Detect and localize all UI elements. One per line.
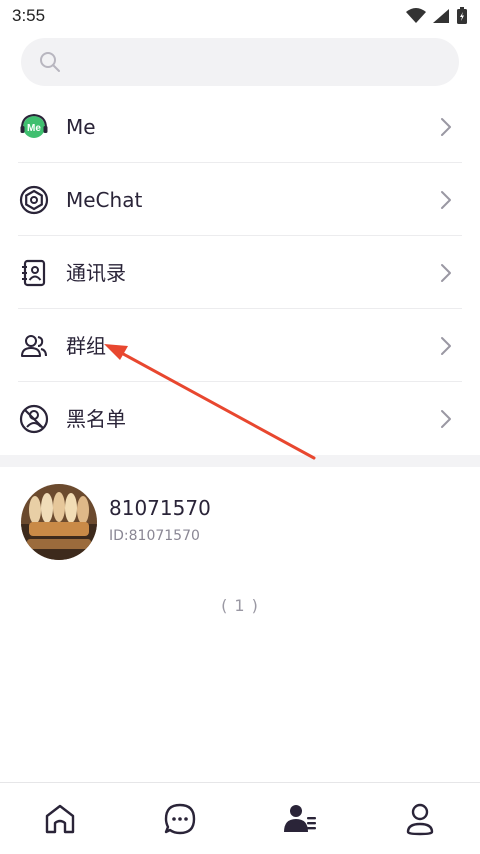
menu-list: Me Me MeChat 通讯录 群组 黑名单 <box>0 90 480 455</box>
chevron-right-icon <box>441 410 451 428</box>
status-bar: 3:55 <box>0 0 480 32</box>
list-count: ( 1 ) <box>221 596 259 615</box>
blocked-user-icon <box>19 404 49 434</box>
group-id: ID:81071570 <box>109 528 200 544</box>
group-avatar <box>21 484 97 560</box>
search-icon <box>40 52 60 72</box>
menu-item-mechat[interactable]: MeChat <box>0 163 480 236</box>
battery-icon <box>457 7 467 24</box>
menu-item-label: 黑名单 <box>66 407 126 431</box>
menu-item-contacts[interactable]: 通讯录 <box>0 236 480 309</box>
chevron-right-icon <box>441 337 451 355</box>
menu-item-label: 通讯录 <box>66 261 126 285</box>
mechat-hex-icon <box>19 185 49 215</box>
contacts-icon[interactable] <box>282 801 318 837</box>
signal-icon <box>433 9 449 23</box>
group-list-item[interactable]: 81071570 ID:81071570 <box>0 476 480 568</box>
group-name: 81071570 <box>109 496 211 520</box>
chevron-right-icon <box>441 264 451 282</box>
chevron-right-icon <box>441 191 451 209</box>
section-divider <box>0 455 480 467</box>
chevron-right-icon <box>441 118 451 136</box>
menu-item-label: Me <box>66 115 96 139</box>
wifi-icon <box>406 8 426 23</box>
menu-item-groups[interactable]: 群组 <box>0 309 480 382</box>
group-users-icon <box>21 335 47 357</box>
menu-item-blacklist[interactable]: 黑名单 <box>0 382 480 455</box>
chat-icon[interactable] <box>162 801 198 837</box>
status-icons <box>406 6 468 26</box>
contacts-book-icon <box>22 259 46 287</box>
profile-icon[interactable] <box>402 801 438 837</box>
menu-item-label: 群组 <box>66 334 106 358</box>
status-time: 3:55 <box>12 6 46 25</box>
search-bar[interactable] <box>21 38 459 86</box>
menu-item-me[interactable]: Me Me <box>0 90 480 163</box>
menu-item-label: MeChat <box>66 188 143 212</box>
svg-text:Me: Me <box>27 123 41 134</box>
bottom-tab-bar <box>0 782 480 854</box>
home-icon[interactable] <box>42 801 78 837</box>
me-badge-icon: Me <box>20 113 48 138</box>
